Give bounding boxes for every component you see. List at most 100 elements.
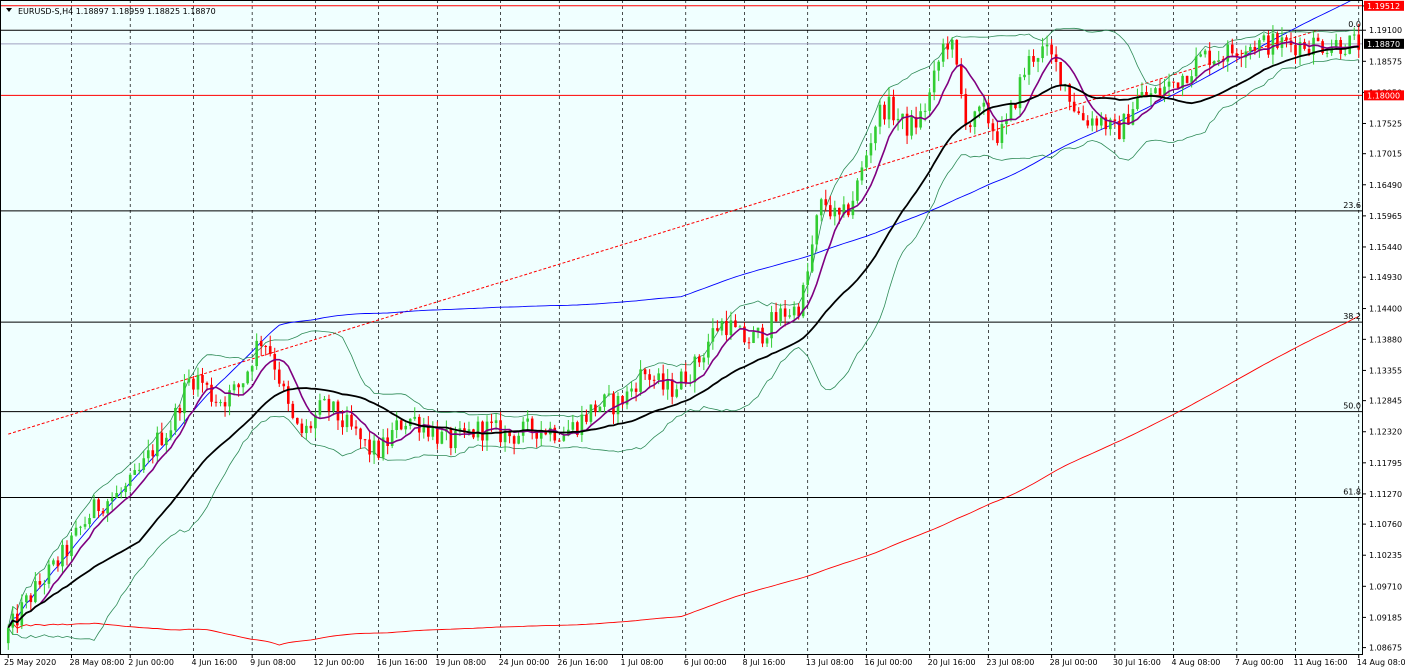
bull-candle [106,501,109,514]
bear-candle [97,499,100,512]
bear-candle [1294,44,1297,56]
bear-candle [512,436,516,444]
bull-candle [494,420,498,424]
bull-candle [675,389,679,397]
bear-candle [1059,61,1062,86]
x-tick-label: 16 Jul 00:00 [864,658,912,667]
y-tick-label: 1.15965 [1369,212,1402,221]
bear-candle [291,403,295,418]
bear-candle [210,384,213,402]
bear-candle [300,423,304,434]
bull-candle [1036,58,1040,62]
y-tick-label: 1.08675 [1369,644,1402,653]
y-tick-label: 1.11795 [1369,459,1402,468]
bull-candle [833,207,837,217]
bear-candle [178,407,182,414]
bull-candle [815,215,819,245]
y-tick-label: 1.10235 [1369,551,1402,560]
bull-candle [1090,118,1094,126]
bear-candle [959,64,963,95]
bull-candle [34,581,37,603]
bull-candle [910,117,913,136]
bear-candle [1176,82,1180,89]
bear-candle [65,544,69,557]
bear-candle [1285,37,1288,41]
bull-candle [562,435,566,441]
bear-candle [354,426,358,429]
bear-candle [1172,81,1175,83]
bear-candle [29,595,33,603]
bull-candle [865,155,868,168]
bear-candle [946,43,950,50]
bear-candle [698,356,701,363]
bear-candle [996,131,999,143]
bear-candle [747,342,751,344]
bull-candle [978,106,981,112]
bull-candle [332,401,335,411]
chart-window[interactable]: 0.023.638.250.061.8 1.195101.191001.1857… [0,0,1405,669]
bull-candle [1027,56,1031,75]
bull-candle [1136,96,1139,110]
bear-candle [1230,44,1234,54]
bear-candle [327,398,331,411]
bear-candle [160,432,164,446]
bull-candle [6,627,10,644]
bear-candle [368,439,371,455]
bear-candle [499,420,502,443]
symbol-ohlc-label: EURUSD-S,H4 1.18897 1.18959 1.18825 1.18… [18,7,216,16]
x-tick-label: 11 Aug 16:00 [1294,658,1348,667]
bull-candle [395,420,398,431]
bull-candle [1348,35,1352,54]
y-tick-label: 1.17015 [1369,150,1402,159]
bull-candle [1343,53,1347,55]
bear-candle [783,308,787,317]
bull-candle [792,306,796,316]
bull-candle [630,388,633,392]
x-tick-label: 20 Jul 16:00 [928,658,976,667]
y-tick-label: 1.15440 [1369,243,1402,252]
y-tick-label: 1.12320 [1369,428,1402,437]
x-tick-label: 30 Jul 16:00 [1113,658,1161,667]
bear-candle [223,402,227,407]
bull-candle [345,414,349,428]
bull-candle [1023,74,1026,78]
fibonacci-label: 61.8 [1343,487,1361,496]
current-price-badge-label: 1.18870 [1367,40,1400,49]
bull-candle [146,450,150,459]
red-level-badge-label: 1.19512 [1367,2,1400,11]
price-chart[interactable]: 0.023.638.250.061.8 1.195101.191001.1857… [0,0,1405,669]
y-tick-label: 1.12845 [1369,397,1402,406]
x-tick-label: 19 Jun 08:00 [435,658,486,667]
bull-candle [666,379,669,390]
bear-candle [969,125,972,127]
bear-candle [670,379,674,397]
bull-candle [937,61,940,71]
bull-candle [982,102,986,107]
bull-candle [133,470,137,475]
bull-candle [896,118,900,121]
bull-candle [1099,117,1103,126]
bear-candle [1032,56,1035,62]
x-tick-label: 16 Jun 16:00 [377,658,428,667]
bull-candle [142,458,146,470]
bear-candle [15,613,19,626]
bull-candle [246,371,249,384]
y-tick-label: 1.11270 [1369,490,1402,499]
bear-candle [734,320,737,328]
bull-candle [765,338,769,344]
bull-candle [693,356,697,383]
bull-candle [869,143,873,156]
y-tick-label: 1.18575 [1369,57,1402,66]
bear-candle [824,199,828,206]
bear-candle [643,369,647,375]
bear-candle [1185,75,1189,83]
bear-candle [205,382,209,385]
bear-candle [634,388,638,392]
bull-candle [241,383,245,388]
x-tick-label: 4 Jun 16:00 [191,658,237,667]
bear-candle [557,440,561,442]
bull-candle [1217,60,1221,62]
bear-candle [838,207,841,215]
bull-candle [679,371,683,390]
bull-candle [928,92,931,111]
